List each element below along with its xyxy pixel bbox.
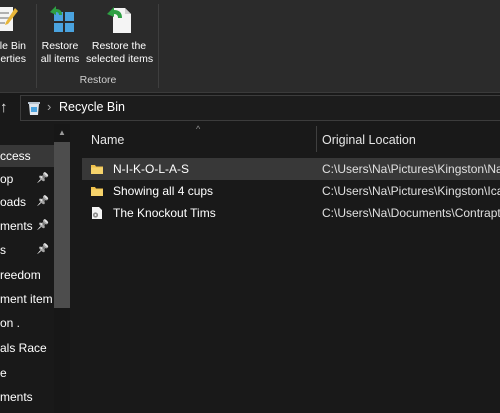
sidebar-item-label: ment item xyxy=(0,292,53,306)
sidebar-item-label: op xyxy=(0,172,14,186)
sidebar-item-label: ments xyxy=(0,219,33,233)
list-item[interactable]: The Knockout Tims C:\Users\Na\Documents\C… xyxy=(82,202,500,224)
recycle-bin-properties-button[interactable]: cle Bin erties xyxy=(0,0,34,72)
sidebar-item[interactable]: e xyxy=(0,362,54,384)
column-divider[interactable] xyxy=(316,126,317,152)
file-name: N-I-K-O-L-A-S xyxy=(113,162,189,176)
sidebar-item-label: e xyxy=(0,366,7,380)
pin-icon[interactable]: 📌 xyxy=(36,215,50,237)
address-bar[interactable]: › Recycle Bin xyxy=(20,95,500,121)
original-location: C:\Users\Na\Pictures\Kingston\Ica xyxy=(322,184,500,198)
file-name: The Knockout Tims xyxy=(113,206,216,220)
pin-icon[interactable]: 📌 xyxy=(36,239,50,261)
sidebar-item-label: on . xyxy=(0,316,21,330)
file-name: Showing all 4 cups xyxy=(113,184,214,198)
up-arrow-icon[interactable]: ↑ xyxy=(0,99,8,116)
file-list: ^ Name Original Location N-I-K-O-L-A-S C:… xyxy=(70,124,500,413)
address-bar-row: ↑ › Recycle Bin xyxy=(0,93,500,123)
sidebar-item[interactable]: ments xyxy=(0,386,54,408)
restore-selected-label: Restore the selected items xyxy=(86,40,154,65)
sort-caret-icon: ^ xyxy=(196,124,201,134)
column-header-name[interactable]: Name xyxy=(91,133,124,147)
list-item[interactable]: N-I-K-O-L-A-S C:\Users\Na\Pictures\Kingst… xyxy=(82,158,500,180)
restore-all-icon xyxy=(50,6,74,32)
sidebar-item[interactable]: reedom xyxy=(0,264,54,286)
nav-scroll-thumb[interactable] xyxy=(54,142,70,308)
restore-selected-icon xyxy=(107,7,131,33)
ribbon: cle Bin erties Restore all items Restore… xyxy=(0,0,500,92)
list-item[interactable]: Showing all 4 cups C:\Users\Na\Pictures\K… xyxy=(82,180,500,202)
ribbon-divider xyxy=(158,4,159,88)
navigation-pane: ccess op 📌 oads 📌 ments 📌 s 📌 reedom ment item on .… xyxy=(0,124,70,413)
sidebar-item[interactable]: als Race xyxy=(0,337,54,359)
sidebar-item-label: ccess xyxy=(0,149,31,163)
original-location: C:\Users\Na\Pictures\Kingston\Na xyxy=(322,162,500,176)
restore-all-label: Restore all items xyxy=(40,40,80,65)
original-location: C:\Users\Na\Documents\Contrapt xyxy=(322,206,500,220)
properties-icon xyxy=(0,7,18,31)
restore-group-label: Restore xyxy=(79,74,117,86)
sidebar-item-label: s xyxy=(0,243,6,257)
sidebar-item[interactable]: ccess xyxy=(0,145,54,167)
ribbon-divider xyxy=(36,4,37,88)
pin-icon[interactable]: 📌 xyxy=(36,168,50,190)
sidebar-item-label: oads xyxy=(0,195,27,209)
breadcrumb-chevron-icon[interactable]: › xyxy=(47,99,51,114)
folder-icon xyxy=(90,184,104,198)
column-header-original-location[interactable]: Original Location xyxy=(322,133,416,147)
folder-icon xyxy=(90,162,104,176)
gear-file-icon xyxy=(90,206,104,220)
sidebar-item-label: ments xyxy=(0,390,33,404)
properties-label: cle Bin erties xyxy=(0,40,26,65)
recycle-bin-icon xyxy=(28,102,40,115)
restore-all-items-button[interactable]: Restore all items xyxy=(38,0,82,72)
restore-selected-items-button[interactable]: Restore the selected items xyxy=(86,0,154,72)
sidebar-item[interactable]: ment item xyxy=(0,288,54,310)
sidebar-item-label: als Race xyxy=(0,341,47,355)
breadcrumb-recycle-bin[interactable]: Recycle Bin xyxy=(59,100,125,114)
scroll-up-icon[interactable]: ▲ xyxy=(58,128,66,137)
pin-icon[interactable]: 📌 xyxy=(36,191,50,213)
sidebar-item-label: reedom xyxy=(0,268,41,282)
sidebar-item[interactable]: on . xyxy=(0,312,54,334)
